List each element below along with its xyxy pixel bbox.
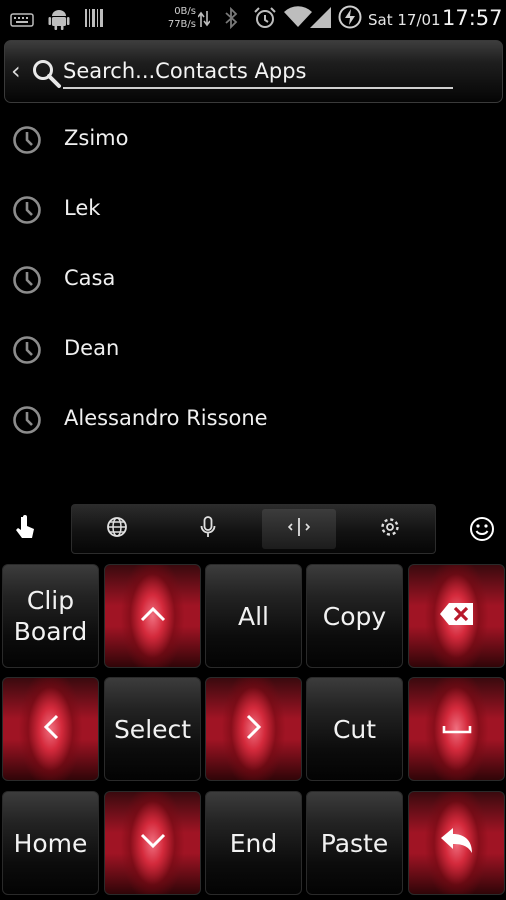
microphone-button[interactable] <box>171 509 245 549</box>
barcode-icon <box>84 8 104 32</box>
keyboard-icon <box>10 12 34 31</box>
list-item-label: Dean <box>64 336 120 360</box>
right-arrow-key[interactable] <box>205 677 302 781</box>
list-item-label: Casa <box>64 266 116 290</box>
up-arrow-icon <box>140 606 166 626</box>
status-time: 17:57 <box>442 6 503 30</box>
list-item[interactable]: Zsimo <box>0 105 506 175</box>
key-label: Paste <box>320 828 389 858</box>
search-input[interactable] <box>63 55 453 89</box>
keyboard-toolbar <box>0 500 506 558</box>
up-arrow-key[interactable] <box>104 564 201 668</box>
cut-key[interactable]: Cut <box>306 677 403 781</box>
list-item-label: Lek <box>64 196 101 220</box>
key-label: Copy <box>322 601 387 631</box>
cursor-icon <box>287 516 311 542</box>
list-item[interactable]: Dean <box>0 315 506 385</box>
copy-key[interactable]: Copy <box>306 564 403 668</box>
rate-down: 0B/s <box>174 6 196 17</box>
settings-icon <box>379 516 401 542</box>
keyboard-toolbar-bar <box>71 504 436 554</box>
history-clock-icon <box>12 195 42 229</box>
key-label: All <box>238 601 269 631</box>
space-key[interactable] <box>408 677 505 781</box>
status-date: Sat 17/01 <box>368 11 441 29</box>
android-icon <box>48 6 70 34</box>
left-arrow-icon <box>43 714 59 744</box>
clipboard-key[interactable]: Clip Board <box>2 564 99 668</box>
history-clock-icon <box>12 405 42 439</box>
search-bar: ‹ <box>4 40 503 103</box>
bluetooth-icon <box>224 6 238 33</box>
smiley-icon[interactable] <box>469 516 495 546</box>
signal-icon <box>310 6 332 32</box>
data-arrows-icon <box>197 10 211 32</box>
search-icon <box>31 58 63 94</box>
down-arrow-key[interactable] <box>104 791 201 895</box>
hand-pointer-icon[interactable] <box>14 514 38 546</box>
history-clock-icon <box>12 335 42 369</box>
list-item[interactable]: Casa <box>0 245 506 315</box>
list-item-label: Alessandro Rissone <box>64 406 268 430</box>
status-bar: 0B/s 77B/s Sat 17/01 17:57 <box>0 0 506 38</box>
list-item[interactable]: Lek <box>0 175 506 245</box>
right-arrow-icon <box>246 714 262 744</box>
key-label: End <box>229 828 278 858</box>
list-item[interactable]: Alessandro Rissone <box>0 385 506 455</box>
paste-key[interactable]: Paste <box>306 791 403 895</box>
home-key[interactable]: Home <box>2 791 99 895</box>
end-key[interactable]: End <box>205 791 302 895</box>
select-key[interactable]: Select <box>104 677 201 781</box>
space-icon <box>442 720 472 739</box>
power-icon <box>338 5 362 33</box>
globe-button[interactable] <box>80 509 154 549</box>
list-item-label: Zsimo <box>64 126 129 150</box>
select-all-key[interactable]: All <box>205 564 302 668</box>
key-label: Cut <box>332 714 377 744</box>
enter-key[interactable] <box>408 791 505 895</box>
settings-button[interactable] <box>353 509 427 549</box>
globe-icon <box>106 516 128 542</box>
down-arrow-icon <box>140 833 166 853</box>
microphone-icon <box>200 516 216 542</box>
key-label: Select <box>113 714 192 744</box>
key-label: Clip Board <box>13 586 88 646</box>
backspace-key[interactable] <box>408 564 505 668</box>
cursor-button[interactable] <box>262 509 336 549</box>
backspace-icon <box>439 602 475 630</box>
rate-up: 77B/s <box>167 19 196 30</box>
wifi-icon <box>284 6 312 32</box>
history-clock-icon <box>12 125 42 159</box>
enter-icon <box>440 827 474 859</box>
back-chevron-icon[interactable]: ‹ <box>11 59 21 83</box>
key-label: Home <box>13 828 88 858</box>
keyboard-keys: Clip Board All Copy Select Cut Home End … <box>0 560 506 900</box>
data-rate: 0B/s 77B/s <box>160 5 196 31</box>
left-arrow-key[interactable] <box>2 677 99 781</box>
history-clock-icon <box>12 265 42 299</box>
alarm-icon <box>253 6 277 34</box>
